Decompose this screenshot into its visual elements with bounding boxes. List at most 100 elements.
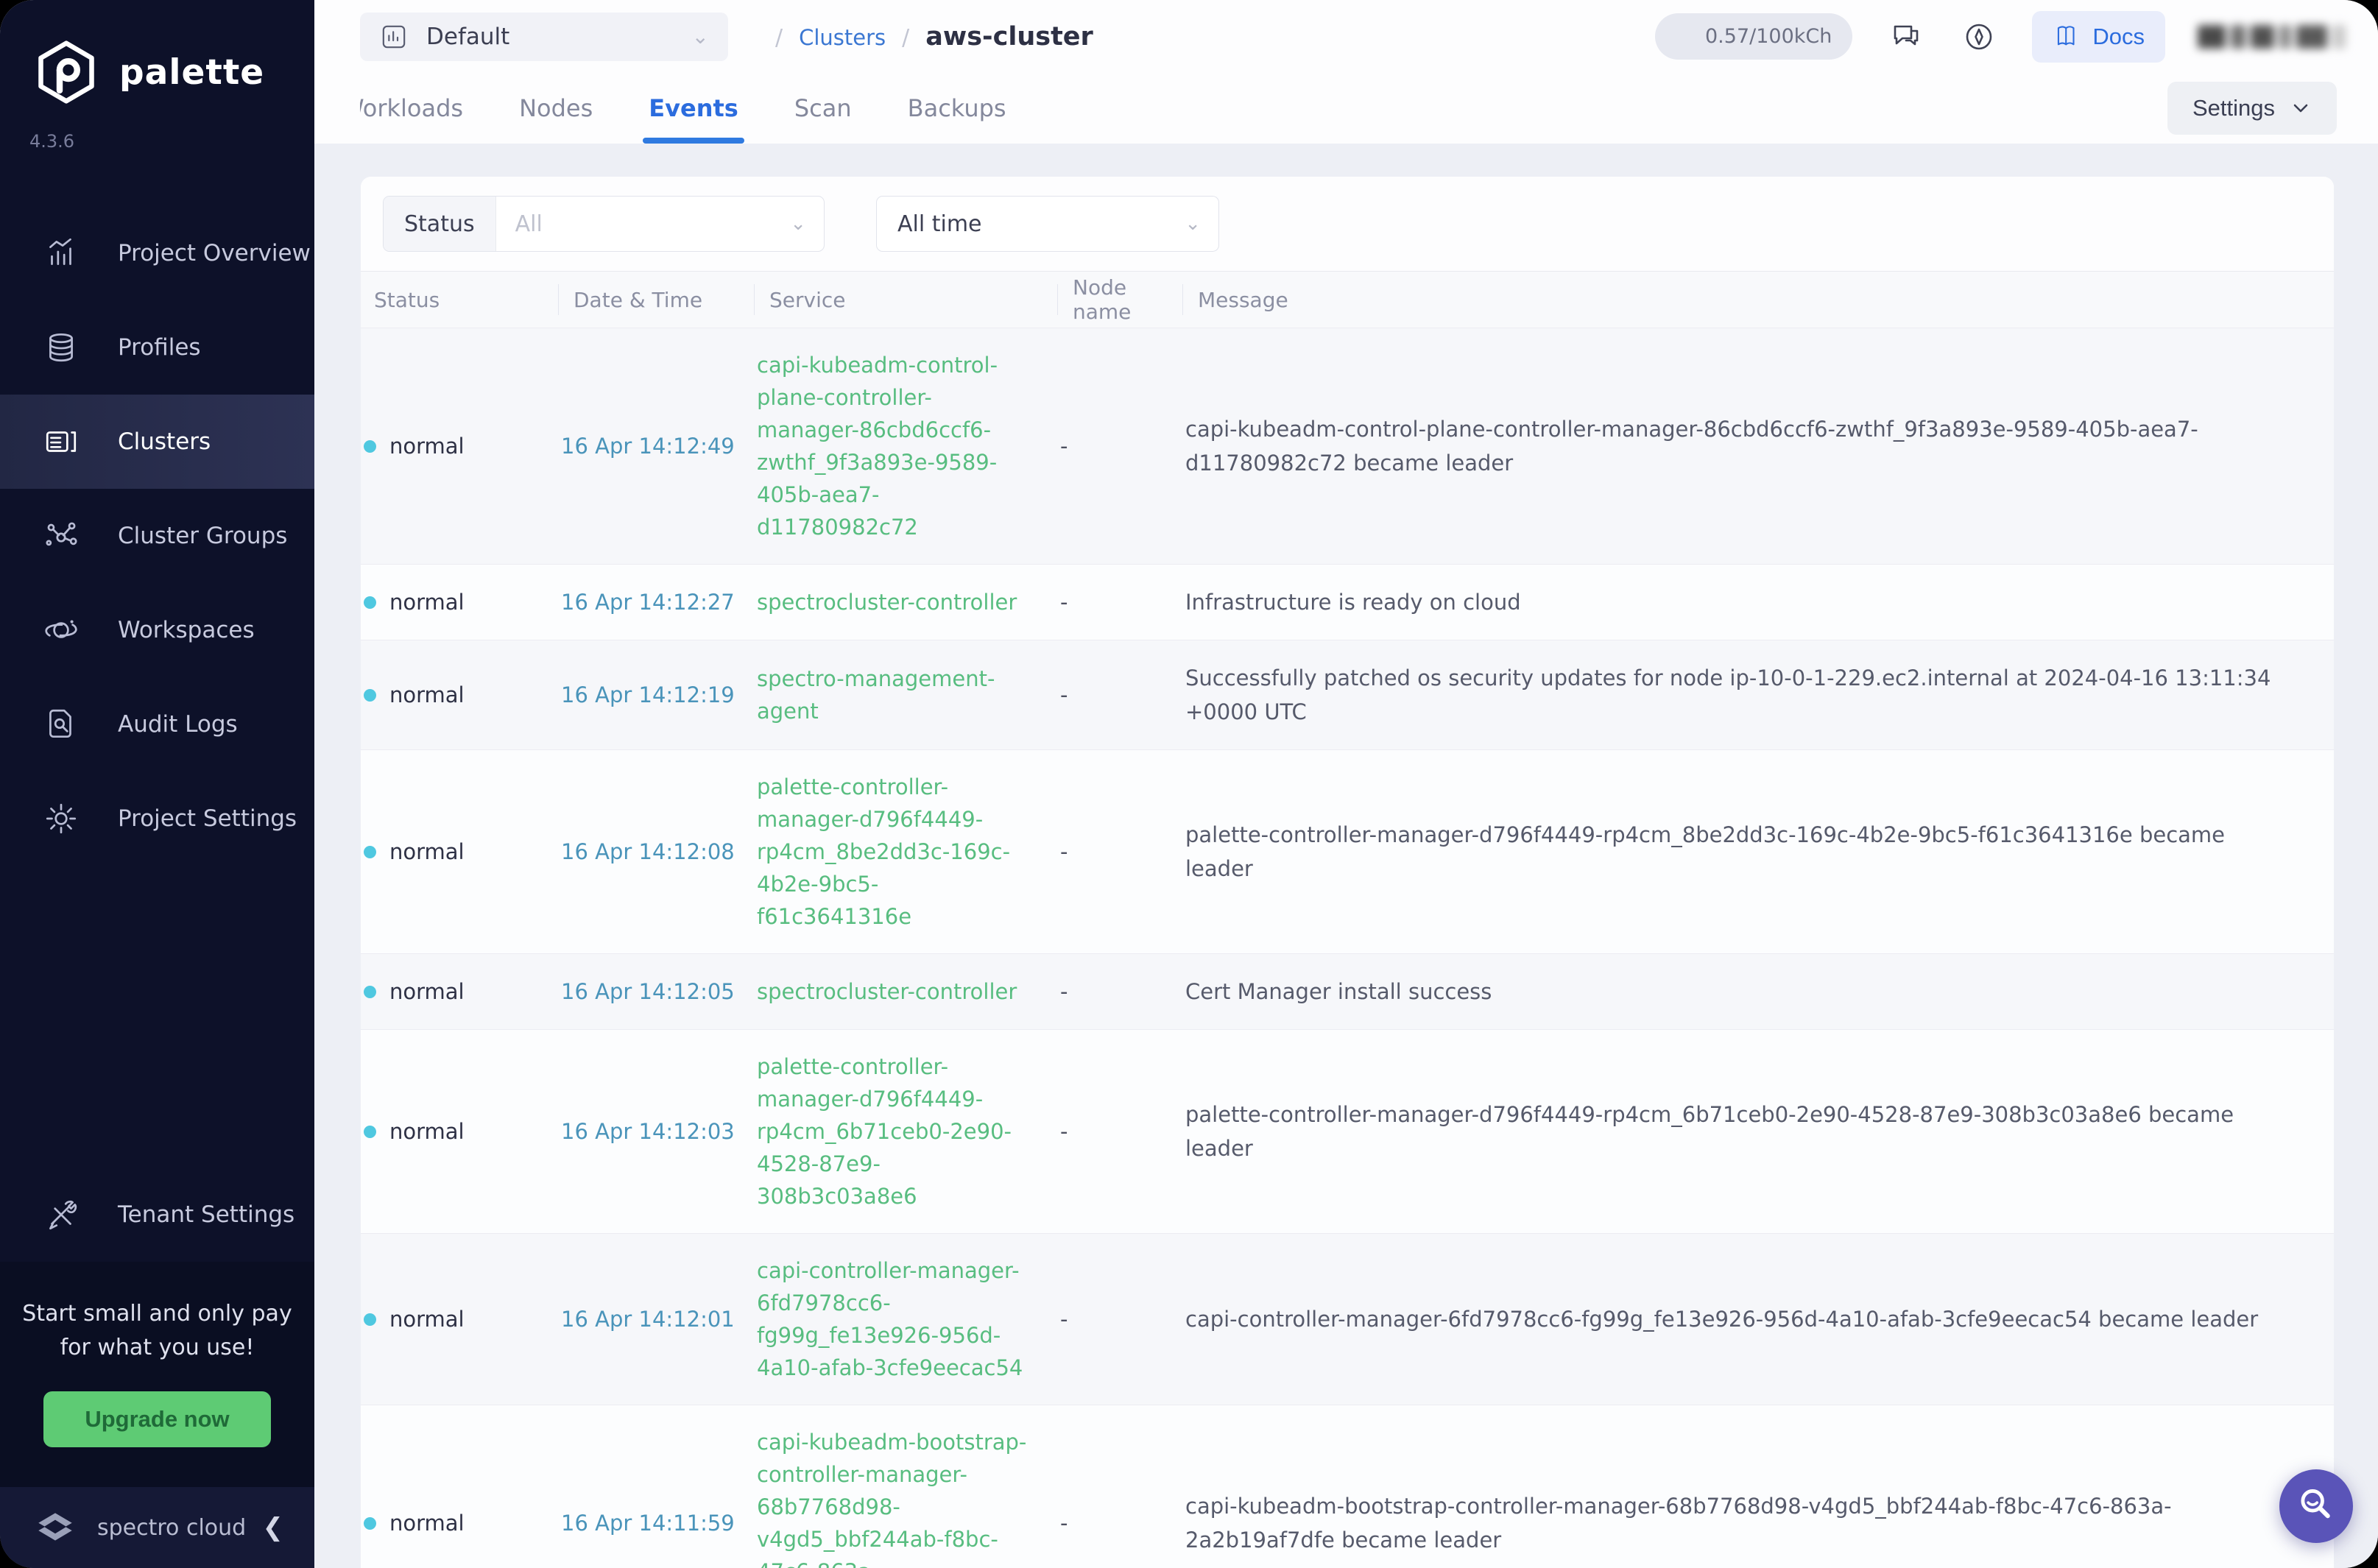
breadcrumb-separator: /: [902, 25, 909, 51]
status-label: normal: [389, 1115, 465, 1148]
sidebar-item-tenant-settings[interactable]: Tenant Settings: [0, 1168, 314, 1262]
layers-icon: [43, 329, 80, 366]
user-name-redacted[interactable]: [2198, 25, 2346, 49]
spectro-cloud-logo-icon: [32, 1505, 78, 1550]
date-cell: 16 Apr 14:12:19: [546, 679, 742, 711]
orbit-icon: [43, 612, 80, 649]
sidebar-item-profiles[interactable]: Profiles: [0, 300, 314, 395]
upgrade-now-button[interactable]: Upgrade now: [43, 1391, 270, 1447]
column-header-node: Node name: [1057, 284, 1182, 315]
status-label: normal: [389, 679, 465, 711]
top-header: Default ⌄ / Clusters / aws-cluster 0.57/…: [314, 0, 2378, 73]
status-filter[interactable]: Status All ⌄: [383, 196, 825, 252]
status-dot: [364, 986, 376, 998]
promo-text: Start small and only pay for what you us…: [22, 1297, 292, 1365]
status-dot: [364, 1517, 376, 1530]
status-label: normal: [389, 836, 465, 868]
table-row[interactable]: normal 16 Apr 14:12:01 capi-controller-m…: [361, 1233, 2334, 1405]
palette-logo-icon: [32, 38, 100, 106]
tab-events[interactable]: Events: [649, 73, 738, 144]
status-cell: normal: [361, 1303, 546, 1335]
project-selector[interactable]: Default ⌄: [360, 13, 728, 61]
tab-scan[interactable]: Scan: [794, 73, 852, 144]
docs-button[interactable]: Docs: [2032, 11, 2165, 63]
tab-backups[interactable]: Backups: [908, 73, 1006, 144]
server-icon: [43, 423, 80, 460]
settings-button[interactable]: Settings: [2167, 82, 2337, 135]
message-cell: capi-controller-manager-6fd7978cc6-fg99g…: [1171, 1302, 2334, 1336]
sidebar-item-project-settings[interactable]: Project Settings: [0, 771, 314, 866]
table-row[interactable]: normal 16 Apr 14:12:49 capi-kubeadm-cont…: [361, 328, 2334, 564]
bar-chart-icon: [43, 235, 80, 272]
message-cell: Successfully patched os security updates…: [1171, 661, 2334, 729]
table-row[interactable]: normal 16 Apr 14:12:05 spectrocluster-co…: [361, 953, 2334, 1029]
chevron-down-icon: ⌄: [692, 24, 709, 49]
page-title: aws-cluster: [925, 22, 1093, 52]
sidebar-item-cluster-groups[interactable]: Cluster Groups: [0, 489, 314, 583]
service-cell: palette-controller-manager-d796f4449-rp4…: [742, 1050, 1045, 1212]
date-cell: 16 Apr 14:12:27: [546, 586, 742, 618]
date-cell: 16 Apr 14:11:59: [546, 1507, 742, 1539]
node-cell: -: [1045, 1303, 1171, 1335]
chevron-down-icon: ⌄: [1185, 213, 1218, 235]
tab-workloads[interactable]: Workloads: [360, 73, 463, 144]
status-label: normal: [389, 430, 465, 462]
status-dot: [364, 1313, 376, 1326]
node-cell: -: [1045, 430, 1171, 462]
collapse-sidebar-icon[interactable]: ❮: [263, 1513, 284, 1542]
sidebar-item-audit-logs[interactable]: Audit Logs: [0, 677, 314, 771]
node-cell: -: [1045, 1507, 1171, 1539]
status-cell: normal: [361, 586, 546, 618]
chevron-down-icon: ⌄: [790, 213, 824, 235]
service-cell: palette-controller-manager-d796f4449-rp4…: [742, 771, 1045, 933]
node-cell: -: [1045, 836, 1171, 868]
table-row[interactable]: normal 16 Apr 14:12:19 spectro-managemen…: [361, 640, 2334, 749]
status-filter-label: Status: [384, 197, 496, 251]
status-dot: [364, 596, 376, 609]
compass-icon[interactable]: [1958, 16, 2000, 57]
message-cell: Infrastructure is ready on cloud: [1171, 585, 2334, 619]
sidebar-footer: spectro cloud ❮: [0, 1487, 314, 1568]
assistant-search-button[interactable]: [2279, 1469, 2353, 1543]
table-row[interactable]: normal 16 Apr 14:11:59 capi-kubeadm-boot…: [361, 1405, 2334, 1568]
version-label: 4.3.6: [29, 131, 314, 152]
status-cell: normal: [361, 836, 546, 868]
sidebar-item-label: Audit Logs: [118, 711, 238, 738]
time-range-filter[interactable]: All time ⌄: [876, 196, 1219, 252]
footer-brand-label: spectro cloud: [97, 1515, 246, 1541]
tab-nodes[interactable]: Nodes: [519, 73, 593, 144]
chat-icon[interactable]: [1885, 16, 1926, 57]
status-cell: normal: [361, 975, 546, 1008]
status-filter-value: All: [496, 211, 791, 237]
filter-bar: Status All ⌄ All time ⌄: [361, 177, 2334, 272]
service-cell: capi-kubeadm-control-plane-controller-ma…: [742, 349, 1045, 543]
table-row[interactable]: normal 16 Apr 14:12:08 palette-controlle…: [361, 749, 2334, 953]
brand: palette: [0, 0, 314, 106]
status-dot: [364, 846, 376, 858]
table-row[interactable]: normal 16 Apr 14:12:27 spectrocluster-co…: [361, 564, 2334, 640]
status-dot: [364, 440, 376, 453]
service-cell: capi-kubeadm-bootstrap-controller-manage…: [742, 1426, 1045, 1568]
column-header-message: Message: [1182, 284, 2334, 315]
docs-label: Docs: [2092, 24, 2145, 50]
sidebar-item-project-overview[interactable]: Project Overview: [0, 206, 314, 300]
sidebar-item-workspaces[interactable]: Workspaces: [0, 583, 314, 677]
main-area: Default ⌄ / Clusters / aws-cluster 0.57/…: [314, 0, 2378, 1568]
doc-search-icon: [43, 706, 80, 743]
sidebar-item-label: Clusters: [118, 428, 211, 455]
sidebar-item-label: Cluster Groups: [118, 523, 287, 549]
usage-badge: 0.57/100kCh: [1655, 13, 1852, 60]
header-actions: 0.57/100kCh Docs: [1655, 11, 2346, 63]
sidebar-item-clusters[interactable]: Clusters: [0, 395, 314, 489]
status-dot: [364, 1126, 376, 1138]
gear-icon: [43, 800, 80, 837]
message-cell: capi-kubeadm-control-plane-controller-ma…: [1171, 412, 2334, 480]
breadcrumb-link-clusters[interactable]: Clusters: [799, 25, 886, 50]
service-cell: spectrocluster-controller: [742, 586, 1045, 618]
network-icon: [43, 518, 80, 554]
message-cell: Cert Manager install success: [1171, 975, 2334, 1009]
node-cell: -: [1045, 679, 1171, 711]
table-row[interactable]: normal 16 Apr 14:12:03 palette-controlle…: [361, 1029, 2334, 1233]
content-area: Status All ⌄ All time ⌄ Status Date & Ti…: [314, 144, 2378, 1568]
service-cell: spectro-management-agent: [742, 663, 1045, 727]
